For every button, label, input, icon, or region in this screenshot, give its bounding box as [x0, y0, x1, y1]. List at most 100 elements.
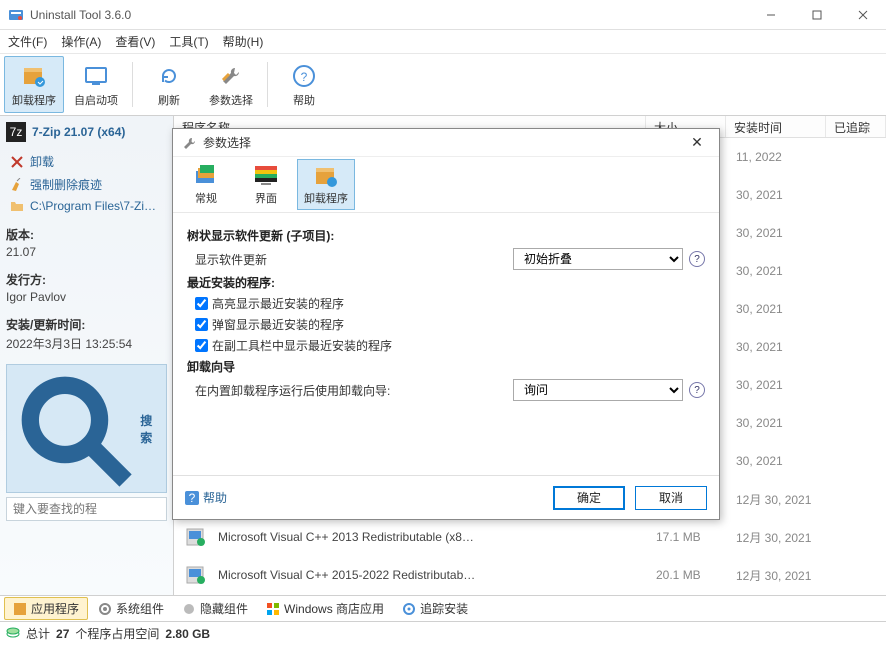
tab-system[interactable]: 系统组件 [90, 598, 172, 619]
row-date: 12月 30, 2021 [736, 529, 836, 546]
broom-icon [10, 178, 24, 192]
status-bar: 总计 27 个程序占用空间 2.80 GB [0, 621, 886, 645]
installer-icon [184, 563, 208, 587]
menu-file[interactable]: 文件(F) [8, 33, 47, 50]
status-size: 2.80 GB [165, 627, 210, 641]
install-time-value: 2022年3月3日 13:25:54 [6, 335, 167, 352]
toolbar-prefs[interactable]: 参数选择 [201, 56, 261, 113]
question-icon: ? [185, 491, 199, 505]
row-size: 20.1 MB [656, 568, 736, 582]
cancel-button[interactable]: 取消 [635, 486, 707, 510]
app-icon [8, 7, 24, 23]
publisher-value: Igor Pavlov [6, 290, 167, 304]
close-button[interactable] [840, 0, 886, 30]
preferences-dialog: 参数选择 ✕ 常规 界面 卸载程序 树状显示软件更新 (子项目): 显示软件更新… [172, 128, 720, 520]
version-value: 21.07 [6, 245, 167, 259]
dialog-tabs: 常规 界面 卸载程序 [173, 157, 719, 213]
wizard-select[interactable]: 询问 [513, 379, 683, 401]
show-updates-label: 显示软件更新 [195, 251, 267, 268]
separator [267, 62, 268, 107]
table-row[interactable]: Microsoft Visual C++ 2015-2022 Redistrib… [174, 556, 886, 594]
version-label: 版本: [6, 226, 167, 243]
dialog-titlebar: 参数选择 ✕ [173, 129, 719, 157]
status-count: 27 [56, 627, 69, 641]
help-icon[interactable]: ? [689, 382, 705, 398]
help-icon[interactable]: ? [689, 251, 705, 267]
tab-store[interactable]: Windows 商店应用 [258, 598, 392, 619]
menu-ops[interactable]: 操作(A) [61, 33, 101, 50]
box-icon [20, 62, 48, 90]
tree-section-title: 树状显示软件更新 (子项目): [187, 227, 705, 244]
row-size: 17.1 MB [656, 530, 736, 544]
dialog-help-link[interactable]: ? 帮助 [185, 489, 227, 506]
toolbar-recent-checkbox[interactable] [195, 339, 208, 352]
row-name: Microsoft Visual C++ 2015-2022 Redistrib… [218, 568, 656, 582]
windows-icon [266, 602, 280, 616]
sidebar-uninstall-link[interactable]: 卸载 [6, 150, 167, 173]
search-icon [13, 368, 134, 489]
tab-track[interactable]: 追踪安装 [394, 598, 476, 619]
row-date: 12月 30, 2021 [736, 491, 836, 508]
search-input[interactable] [6, 497, 167, 521]
sidebar-path-link[interactable]: C:\Program Files\7-Zi… [6, 196, 167, 216]
svg-text:7z: 7z [10, 125, 23, 139]
svg-text:?: ? [301, 70, 308, 84]
table-row[interactable]: Microsoft Visual C++ 2013 Redistributabl… [174, 518, 886, 556]
monitor-color-icon [253, 163, 279, 189]
toolbar-help[interactable]: ? 帮助 [274, 56, 334, 113]
row-date: 30, 2021 [736, 416, 836, 430]
wizard-section-title: 卸载向导 [187, 358, 705, 375]
tab-hidden[interactable]: 隐藏组件 [174, 598, 256, 619]
toolbar-autorun[interactable]: 自启动项 [66, 56, 126, 113]
publisher-label: 发行方: [6, 271, 167, 288]
selected-app-name: 7-Zip 21.07 (x64) [32, 125, 125, 139]
row-name: Microsoft Visual C++ 2013 Redistributabl… [218, 530, 656, 544]
box-icon [313, 163, 339, 189]
menu-help[interactable]: 帮助(H) [223, 33, 264, 50]
recent-section-title: 最近安装的程序: [187, 274, 705, 291]
gear-icon [98, 602, 112, 616]
menu-view[interactable]: 查看(V) [115, 33, 155, 50]
maximize-button[interactable] [794, 0, 840, 30]
collapse-select[interactable]: 初始折叠 [513, 248, 683, 270]
status-mid: 个程序占用空间 [75, 625, 159, 642]
track-icon [402, 602, 416, 616]
tab-apps[interactable]: 应用程序 [4, 597, 88, 620]
help-icon: ? [290, 62, 318, 90]
toolbar-uninstall[interactable]: 卸载程序 [4, 56, 64, 113]
refresh-icon [155, 62, 183, 90]
sidebar-force-remove-link[interactable]: 强制删除痕迹 [6, 173, 167, 196]
toolbar: 卸载程序 自启动项 刷新 参数选择 ? 帮助 [0, 54, 886, 116]
hidden-icon [182, 602, 196, 616]
wrench-icon [217, 62, 245, 90]
col-track[interactable]: 已追踪 [826, 116, 886, 137]
row-date: 11, 2022 [736, 150, 836, 164]
7zip-icon: 7z [6, 122, 26, 142]
dialog-tab-general[interactable]: 常规 [177, 159, 235, 210]
menu-tools[interactable]: 工具(T) [169, 33, 208, 50]
status-prefix: 总计 [26, 625, 50, 642]
popup-checkbox[interactable] [195, 318, 208, 331]
toolbar-refresh[interactable]: 刷新 [139, 56, 199, 113]
row-date: 30, 2021 [736, 454, 836, 468]
svg-text:?: ? [189, 491, 196, 505]
x-icon [10, 155, 24, 169]
highlight-checkbox[interactable] [195, 297, 208, 310]
row-date: 30, 2021 [736, 226, 836, 240]
minimize-button[interactable] [748, 0, 794, 30]
folder-stack-icon [193, 163, 219, 189]
ok-button[interactable]: 确定 [553, 486, 625, 510]
dialog-close-button[interactable]: ✕ [683, 132, 711, 154]
col-date[interactable]: 安装时间 [726, 116, 826, 137]
dialog-tab-uninstall[interactable]: 卸载程序 [297, 159, 355, 210]
window-title: Uninstall Tool 3.6.0 [30, 8, 748, 22]
search-header: 搜索 [6, 364, 167, 493]
dialog-tab-ui[interactable]: 界面 [237, 159, 295, 210]
row-date: 30, 2021 [736, 302, 836, 316]
row-date: 30, 2021 [736, 340, 836, 354]
monitor-icon [82, 62, 110, 90]
row-date: 30, 2021 [736, 264, 836, 278]
wrench-icon [181, 135, 197, 151]
selected-app-header: 7z 7-Zip 21.07 (x64) [6, 122, 167, 142]
dialog-title: 参数选择 [203, 134, 683, 151]
